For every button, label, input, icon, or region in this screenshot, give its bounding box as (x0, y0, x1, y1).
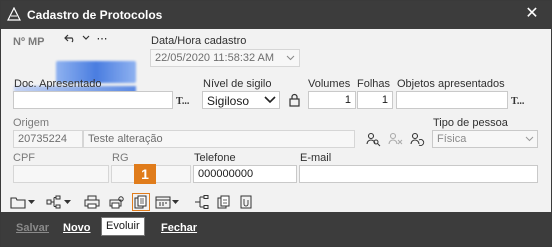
data-hora-field: 22/05/2020 11:58:32 AM (150, 49, 300, 67)
cpf-label: CPF (13, 152, 35, 164)
print-preview-icon[interactable] (108, 193, 126, 211)
search-person-icon[interactable] (364, 130, 382, 148)
copy-doc-icon[interactable] (215, 193, 233, 211)
volumes-label: Volumes (308, 78, 351, 90)
folhas-input[interactable]: 1 (357, 91, 393, 109)
folhas-label: Folhas (357, 78, 391, 90)
close-icon[interactable]: ✕ (523, 5, 541, 23)
novo-button[interactable]: Novo (63, 222, 91, 234)
data-hora-label: Data/Hora cadastro (151, 35, 247, 47)
nivel-sigilo-select[interactable]: Sigiloso (202, 91, 280, 109)
tree-add-icon[interactable] (193, 193, 211, 211)
title-bar: Cadastro de Protocolos ✕ (1, 1, 551, 29)
text-edit-button-2[interactable]: T... (511, 96, 524, 107)
objetos-input[interactable] (396, 91, 508, 109)
evoluir-icon[interactable] (132, 193, 150, 211)
fechar-button[interactable]: Fechar (161, 222, 197, 234)
lock-icon[interactable] (285, 91, 303, 109)
email-label: E-mail (300, 152, 332, 164)
chevron-down-icon[interactable] (61, 193, 73, 211)
dialog-window: Cadastro de Protocolos ✕ Nº MP ⋯ Data/Ho… (0, 0, 552, 247)
salvar-button[interactable]: Salvar (16, 222, 49, 234)
window-title: Cadastro de Protocolos (27, 8, 163, 22)
attach-doc-icon[interactable] (237, 193, 255, 211)
evoluir-tooltip: Evoluir (101, 217, 145, 236)
chevron-down-icon[interactable] (169, 193, 181, 211)
form-area: Nº MP ⋯ Data/Hora cadastro 22/05/2020 11… (1, 29, 551, 212)
chevron-down-icon[interactable] (25, 193, 37, 211)
telefone-label: Telefone (194, 152, 236, 164)
data-hora-value: 22/05/2020 11:58:32 AM (155, 52, 275, 64)
tipo-pessoa-label: Tipo de pessoa (433, 117, 508, 129)
origem-name-field: Teste alteração (83, 130, 355, 148)
rg-label: RG (112, 152, 129, 164)
action-bar: Salvar Novo Fechar (1, 212, 551, 246)
origem-label: Origem (13, 117, 50, 129)
chevron-down-icon (525, 136, 534, 142)
origem-code-field: 20735224 (13, 130, 83, 148)
remove-person-icon (386, 130, 404, 148)
tipo-pessoa-select: Física (432, 130, 538, 148)
chevron-down-icon[interactable] (286, 55, 295, 61)
app-logo-icon (7, 7, 21, 21)
chevron-down-icon (264, 96, 276, 104)
volumes-input[interactable]: 1 (308, 91, 356, 109)
objetos-label: Objetos apresentados (397, 78, 505, 90)
doc-label: Doc. Apresentado (14, 78, 102, 90)
doc-apresentado-input[interactable] (13, 91, 173, 109)
cpf-field (13, 165, 109, 183)
refresh-person-icon[interactable] (408, 130, 426, 148)
email-input[interactable] (299, 165, 538, 183)
tipo-pessoa-value: Física (437, 133, 467, 145)
nivel-label: Nível de sigilo (203, 78, 272, 90)
telefone-input[interactable]: 000000000 (193, 165, 297, 183)
more-icon[interactable]: ⋯ (93, 29, 111, 47)
printer-icon[interactable] (83, 193, 101, 211)
nivel-sigilo-value: Sigiloso (207, 94, 250, 108)
mp-label: Nº MP (13, 36, 45, 48)
text-edit-button[interactable]: T... (176, 96, 189, 107)
annotation-badge: 1 (134, 164, 156, 184)
